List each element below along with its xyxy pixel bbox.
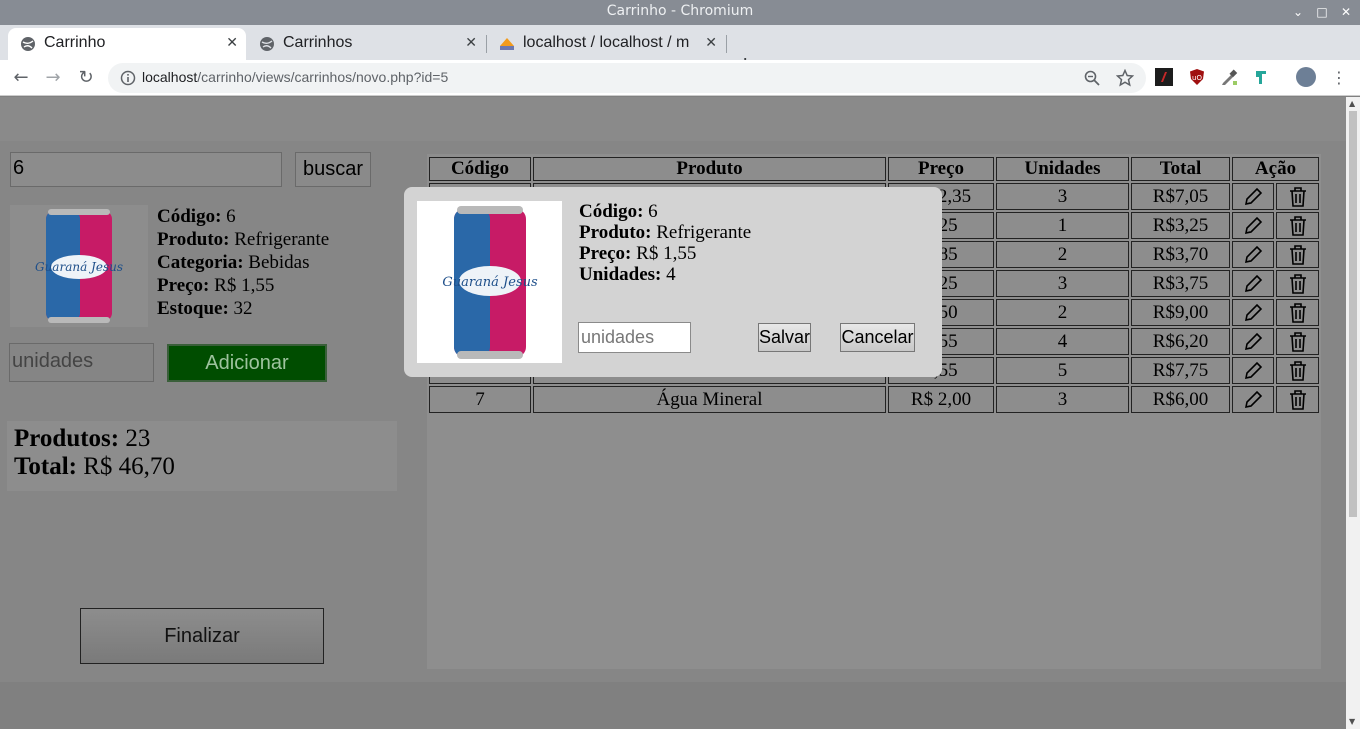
tab-strip: Carrinho ✕ Carrinhos ✕ localhost / local…: [0, 25, 1360, 78]
edit-modal: Guaraná Jesus Código: 6 Produto: Refrige…: [404, 187, 942, 377]
tab-carrinhos[interactable]: Carrinhos ✕: [247, 28, 485, 60]
window-title: Carrinho - Chromium: [606, 3, 754, 19]
window-titlebar: Carrinho - Chromium ⌄ □ ✕: [0, 0, 1360, 25]
close-tab-icon[interactable]: ✕: [465, 34, 477, 51]
zoom-icon[interactable]: [1084, 70, 1100, 86]
close-tab-icon[interactable]: ✕: [705, 34, 717, 51]
close-tab-icon[interactable]: ✕: [226, 34, 238, 51]
tab-label: localhost / localhost / m: [523, 34, 690, 51]
extension-green-icon[interactable]: [1252, 68, 1270, 86]
tab-label: Carrinhos: [283, 34, 353, 51]
phpmyadmin-icon: [500, 38, 514, 50]
scroll-up-icon[interactable]: ▲: [1349, 99, 1355, 108]
ublock-icon[interactable]: uO: [1188, 68, 1206, 86]
maximize-icon[interactable]: □: [1314, 4, 1330, 20]
modal-price: R$ 1,55: [636, 243, 697, 264]
globe-icon: [260, 37, 274, 51]
cancel-button[interactable]: Cancelar: [840, 323, 915, 352]
address-bar[interactable]: localhost/carrinho/views/carrinhos/novo.…: [108, 63, 1146, 93]
forward-icon[interactable]: →: [41, 66, 65, 90]
modal-name-label: Produto:: [579, 222, 652, 243]
modal-name: Refrigerante: [656, 222, 752, 243]
tab-label: Carrinho: [44, 34, 106, 51]
tab-phpmyadmin[interactable]: localhost / localhost / m ✕: [487, 28, 725, 60]
url-host: localhost: [142, 69, 198, 85]
minimize-icon[interactable]: ⌄: [1290, 4, 1306, 20]
save-button[interactable]: Salvar: [758, 323, 811, 352]
modal-price-label: Preço:: [579, 243, 632, 264]
modal-code-label: Código:: [579, 201, 644, 222]
svg-text:uO: uO: [1192, 74, 1202, 82]
star-icon[interactable]: [1116, 69, 1134, 87]
avatar[interactable]: [1296, 67, 1316, 87]
close-window-icon[interactable]: ✕: [1338, 4, 1354, 20]
tab-carrinho[interactable]: Carrinho ✕: [8, 28, 246, 60]
modal-units-input[interactable]: unidades: [578, 322, 691, 353]
globe-icon: [21, 37, 35, 51]
modal-units-label: Unidades:: [579, 264, 662, 285]
eyedropper-icon[interactable]: [1220, 68, 1238, 86]
menu-kebab-icon[interactable]: ⋮: [1327, 66, 1351, 90]
browser-toolbar: ← → ↻ localhost/carrinho/views/carrinhos…: [0, 60, 1360, 96]
soda-can-image: Guaraná Jesus: [442, 206, 538, 359]
tab-divider: [726, 35, 727, 53]
reload-icon[interactable]: ↻: [74, 66, 98, 90]
url-text: localhost/carrinho/views/carrinhos/novo.…: [142, 69, 448, 85]
can-label-text: Guaraná Jesus: [442, 275, 538, 290]
scrollbar-thumb[interactable]: [1349, 111, 1357, 517]
modal-details: Código: 6 Produto: Refrigerante Preço: R…: [579, 201, 751, 285]
page-scrollbar[interactable]: ▲ ▼: [1346, 97, 1360, 729]
scroll-down-icon[interactable]: ▼: [1349, 717, 1355, 726]
extension-red-icon[interactable]: [1155, 68, 1173, 86]
back-icon[interactable]: ←: [9, 66, 33, 90]
info-icon[interactable]: [120, 70, 136, 86]
url-path: /carrinho/views/carrinhos/novo.php?id=5: [197, 69, 449, 85]
modal-code: 6: [648, 201, 658, 222]
modal-product-image: Guaraná Jesus: [417, 201, 562, 363]
modal-units: 4: [666, 264, 676, 285]
